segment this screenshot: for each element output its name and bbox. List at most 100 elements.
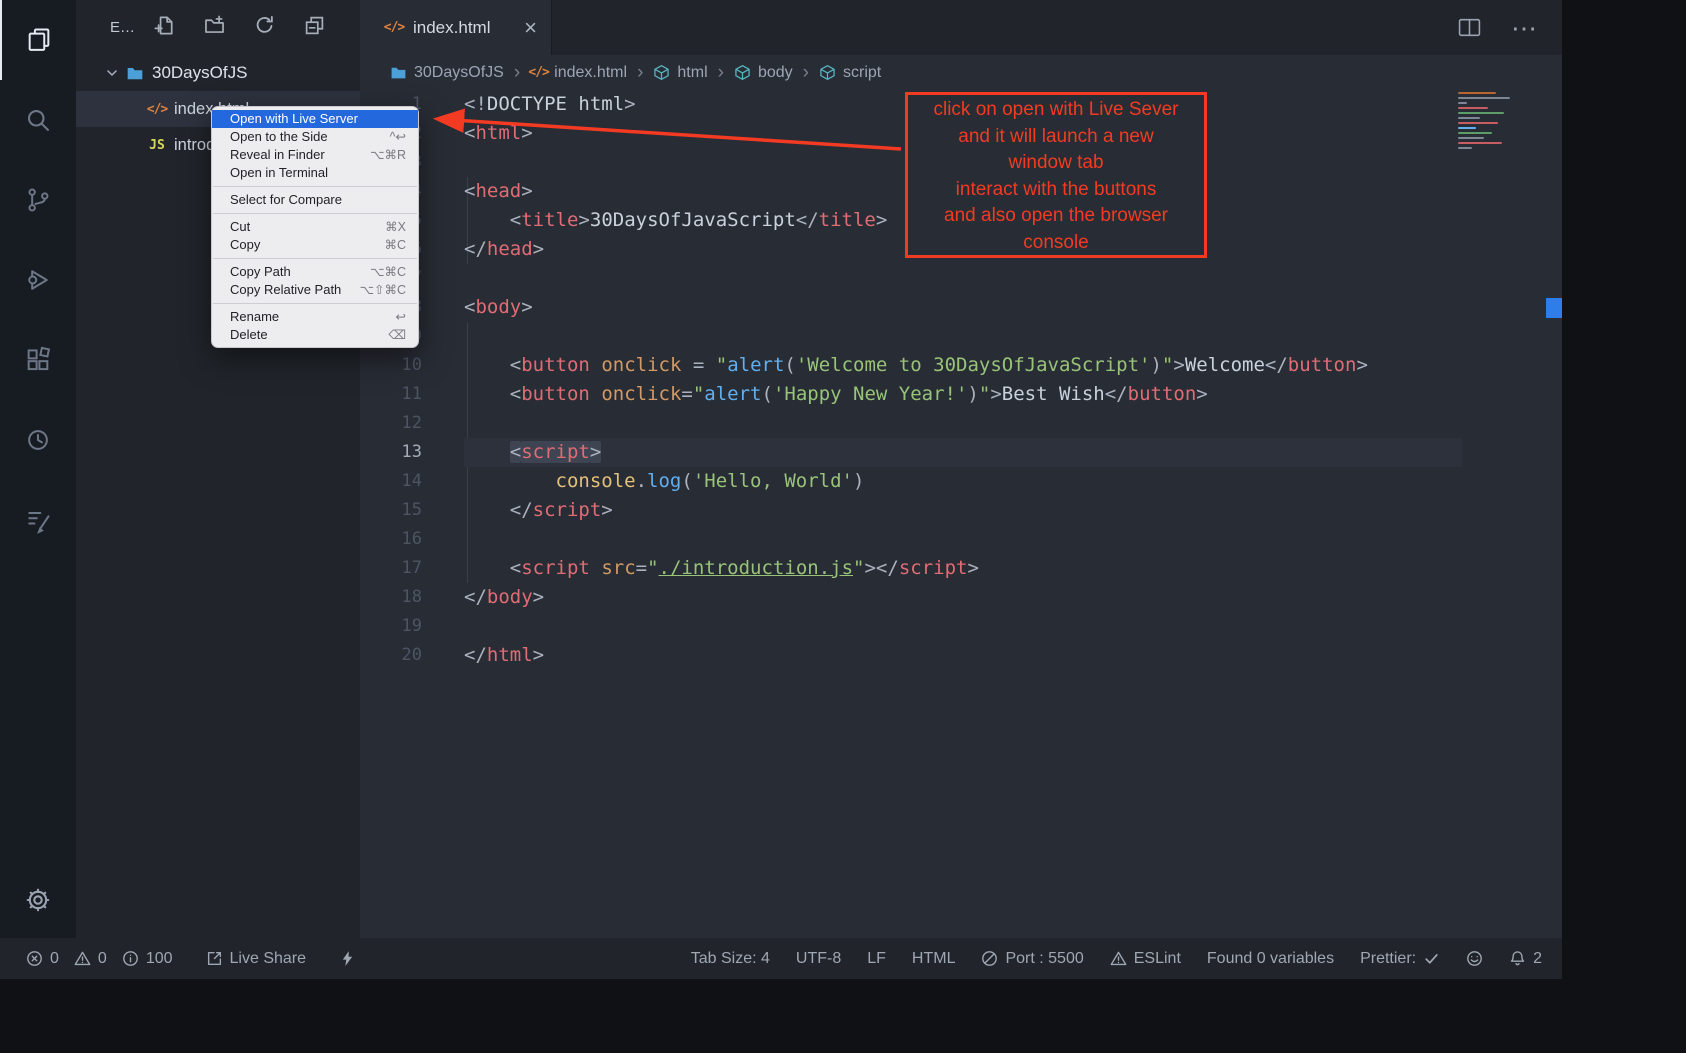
menu-item-copy-relative-path[interactable]: Copy Relative Path⌥⇧⌘C xyxy=(212,281,418,299)
code-line[interactable]: 7 xyxy=(360,264,1562,293)
line-number[interactable]: 13 xyxy=(360,438,464,467)
menu-item-open-with-live-server[interactable]: Open with Live Server xyxy=(212,110,418,128)
problems-warnings[interactable]: 0 xyxy=(74,950,107,968)
activity-bar-item-feedback-pen[interactable] xyxy=(0,480,76,560)
status-label: 2 xyxy=(1533,950,1542,968)
menu-item-select-for-compare[interactable]: Select for Compare xyxy=(212,191,418,209)
quick-run[interactable] xyxy=(339,950,356,967)
breadcrumb-body[interactable]: body xyxy=(734,64,793,82)
feedback-smiley[interactable] xyxy=(1466,950,1483,967)
smiley-icon xyxy=(1466,950,1483,967)
encoding[interactable]: UTF-8 xyxy=(796,950,841,968)
code-token xyxy=(464,470,556,492)
code-line[interactable]: 10 <button onclick = "alert('Welcome to … xyxy=(360,351,1562,380)
tab-index-html[interactable]: </>index.html× xyxy=(360,0,552,55)
problems-errors[interactable]: 0 xyxy=(26,950,59,968)
menu-item-cut[interactable]: Cut⌘X xyxy=(212,218,418,236)
code-line-content: </html> xyxy=(464,641,1462,670)
code-token: html xyxy=(487,644,533,666)
live-share[interactable]: Live Share xyxy=(206,950,307,968)
code-line[interactable]: 9 xyxy=(360,322,1562,351)
activity-bar-item-source-control[interactable] xyxy=(0,160,76,240)
line-number[interactable]: 10 xyxy=(360,351,464,380)
line-number[interactable]: 11 xyxy=(360,380,464,409)
code-token: </ xyxy=(796,209,819,231)
explorer-action-new-folder[interactable] xyxy=(204,15,225,41)
tab-bar: ⋯ </>index.html× xyxy=(360,0,1562,55)
code-line[interactable]: 19 xyxy=(360,612,1562,641)
code-token: body xyxy=(475,296,521,318)
menu-item-open-in-terminal[interactable]: Open in Terminal xyxy=(212,164,418,182)
menu-item-shortcut: ⌫ xyxy=(388,326,406,344)
activity-bar-item-files[interactable] xyxy=(0,0,76,80)
code-line[interactable]: 20</html> xyxy=(360,641,1562,670)
code-token: 'Hello, World' xyxy=(693,470,853,492)
explorer-action-refresh[interactable] xyxy=(254,15,275,41)
code-token: ( xyxy=(681,470,692,492)
warning-icon xyxy=(74,950,91,967)
explorer-action-new-file[interactable] xyxy=(154,15,175,41)
annotation-line: and also open the browser xyxy=(908,203,1204,230)
code-line-content: <button onclick = "alert('Welcome to 30D… xyxy=(464,351,1462,380)
menu-item-copy-path[interactable]: Copy Path⌥⌘C xyxy=(212,263,418,281)
breadcrumb-script[interactable]: script xyxy=(819,64,881,82)
menu-item-copy[interactable]: Copy⌘C xyxy=(212,236,418,254)
live-server-port[interactable]: Port : 5500 xyxy=(981,950,1083,968)
line-number[interactable]: 17 xyxy=(360,554,464,583)
line-number[interactable]: 14 xyxy=(360,467,464,496)
minimap[interactable] xyxy=(1458,92,1548,152)
code-token: log xyxy=(647,470,681,492)
line-number[interactable]: 15 xyxy=(360,496,464,525)
lightning-icon xyxy=(339,950,356,967)
language-mode[interactable]: HTML xyxy=(912,950,956,968)
code-token: <! xyxy=(464,93,487,115)
code-line[interactable]: 8<body> xyxy=(360,293,1562,322)
problems-info[interactable]: 100 xyxy=(122,950,173,968)
line-number[interactable]: 18 xyxy=(360,583,464,612)
code-token: head xyxy=(475,180,521,202)
line-number[interactable]: 20 xyxy=(360,641,464,670)
tab-size[interactable]: Tab Size: 4 xyxy=(691,950,770,968)
split-editor-icon[interactable] xyxy=(1458,16,1481,39)
menu-item-reveal-in-finder[interactable]: Reveal in Finder⌥⌘R xyxy=(212,146,418,164)
code-token xyxy=(464,209,510,231)
code-line[interactable]: 16 xyxy=(360,525,1562,554)
annotation-line: and it will launch a new xyxy=(908,124,1204,151)
code-token: < xyxy=(510,354,521,376)
code-line[interactable]: 14 console.log('Hello, World') xyxy=(360,467,1562,496)
end-of-line[interactable]: LF xyxy=(867,950,886,968)
activity-bar-item-settings-gear[interactable] xyxy=(0,864,76,936)
code-line[interactable]: 18</body> xyxy=(360,583,1562,612)
activity-bar-item-clock[interactable] xyxy=(0,400,76,480)
code-line[interactable]: 12 xyxy=(360,409,1562,438)
code-line[interactable]: 15 </script> xyxy=(360,496,1562,525)
explorer-action-collapse-all[interactable] xyxy=(304,15,325,41)
close-icon[interactable]: × xyxy=(524,17,537,39)
code-token: < xyxy=(510,441,521,463)
eslint[interactable]: ESLint xyxy=(1110,950,1181,968)
line-number[interactable]: 12 xyxy=(360,409,464,438)
activity-bar-item-search[interactable] xyxy=(0,80,76,160)
more-actions-icon[interactable]: ⋯ xyxy=(1511,18,1537,38)
code-token: " xyxy=(647,557,658,579)
menu-item-delete[interactable]: Delete⌫ xyxy=(212,326,418,344)
menu-item-label: Copy Path xyxy=(230,263,370,281)
explorer-item-30daysofjs[interactable]: 30DaysOfJS xyxy=(76,55,360,91)
menu-item-open-to-the-side[interactable]: Open to the Side^↩ xyxy=(212,128,418,146)
activity-bar-item-run-debug[interactable] xyxy=(0,240,76,320)
breadcrumb-30daysofjs[interactable]: 30DaysOfJS xyxy=(390,64,504,82)
code-line[interactable]: 13 <script> xyxy=(360,438,1562,467)
code-line[interactable]: 17 <script src="./introduction.js"></scr… xyxy=(360,554,1562,583)
variables-found[interactable]: Found 0 variables xyxy=(1207,950,1334,968)
line-number[interactable]: 16 xyxy=(360,525,464,554)
line-number[interactable]: 19 xyxy=(360,612,464,641)
overview-ruler-marker xyxy=(1546,298,1562,318)
code-line[interactable]: 11 <button onclick="alert('Happy New Yea… xyxy=(360,380,1562,409)
code-token: Best Wish xyxy=(1002,383,1105,405)
prettier[interactable]: Prettier: xyxy=(1360,950,1440,968)
menu-item-rename[interactable]: Rename↩ xyxy=(212,308,418,326)
activity-bar-item-extensions[interactable] xyxy=(0,320,76,400)
breadcrumb-html[interactable]: html xyxy=(653,64,707,82)
notifications-bell[interactable]: 2 xyxy=(1509,950,1542,968)
breadcrumb-index-html[interactable]: </>index.html xyxy=(530,64,627,82)
